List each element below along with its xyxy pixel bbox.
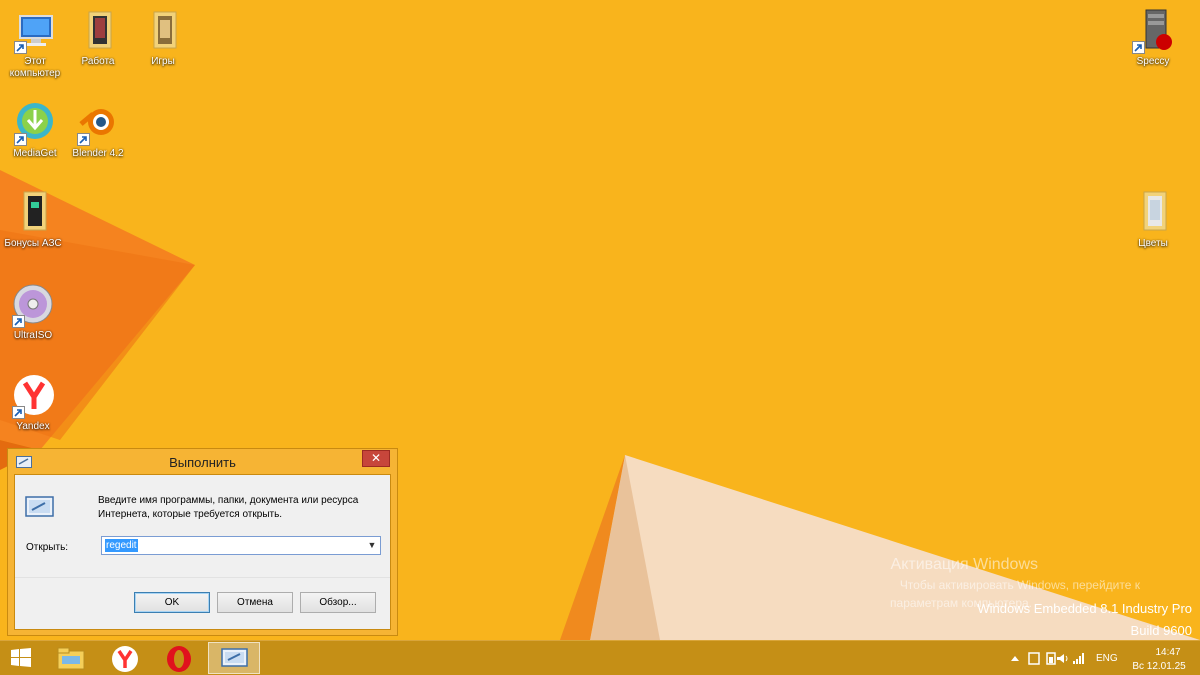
desktop-icon-bonusy-azs[interactable]: Бонусы АЗС xyxy=(0,190,68,250)
file-explorer-icon xyxy=(57,647,85,670)
folder-icon xyxy=(88,11,112,49)
clock-date[interactable]: Вс 12.01.25 xyxy=(1128,660,1190,673)
desktop-icon-label: Цветы xyxy=(1138,238,1168,249)
windows-build: Build 9600 xyxy=(1130,623,1192,638)
folder-icon xyxy=(23,191,47,231)
shortcut-arrow-icon xyxy=(14,41,27,54)
taskbar-opera[interactable] xyxy=(153,642,205,674)
network-signal-icon[interactable] xyxy=(1072,652,1086,665)
desktop-icon-igry[interactable]: Игры xyxy=(128,8,198,68)
start-button[interactable] xyxy=(0,642,44,674)
open-combobox[interactable]: regedit ▼ xyxy=(101,536,381,555)
windows-edition: Windows Embedded 8.1 Industry Pro xyxy=(977,601,1192,616)
yandex-browser-icon xyxy=(112,646,138,672)
desktop-icon-label: MediaGet xyxy=(13,148,57,159)
open-label: Открыть: xyxy=(26,542,69,553)
run-dialog-body: Введите имя программы, папки, документа … xyxy=(14,474,391,630)
chevron-down-icon[interactable]: ▼ xyxy=(366,540,378,552)
taskbar: ENG 14:47 Вс 12.01.25 xyxy=(0,640,1200,675)
desktop-icon-tsvety[interactable]: Цветы xyxy=(1118,190,1188,250)
action-center-icon[interactable] xyxy=(1027,652,1041,665)
taskbar-file-explorer[interactable] xyxy=(45,642,97,674)
shortcut-arrow-icon xyxy=(12,315,25,328)
run-dialog-titlebar[interactable]: Выполнить ✕ xyxy=(8,449,397,475)
watermark-title: Активация Windows xyxy=(890,556,1038,573)
desktop-icon-mediaget[interactable]: MediaGet xyxy=(0,100,70,160)
desktop-icon-speccy[interactable]: Speccy xyxy=(1118,8,1188,68)
browse-button[interactable]: Обзор... xyxy=(300,592,376,613)
desktop-icon-label: Этот компьютер xyxy=(9,56,61,79)
desktop-icon-label: UltraISO xyxy=(13,330,53,341)
desktop-icon-label: Yandex xyxy=(16,421,50,432)
shortcut-arrow-icon xyxy=(12,406,25,419)
ok-button[interactable]: OK xyxy=(134,592,210,613)
run-dialog-description: Введите имя программы, папки, документа … xyxy=(98,495,359,520)
shortcut-arrow-icon xyxy=(1132,41,1145,54)
volume-icon[interactable] xyxy=(1056,652,1070,665)
desktop-icon-yandex[interactable]: Yandex xyxy=(0,373,68,433)
desktop-icon-label: Игры xyxy=(151,56,175,67)
run-icon xyxy=(25,496,54,517)
taskbar-yandex-browser[interactable] xyxy=(99,642,151,674)
desktop-icon-label: Speccy xyxy=(1136,56,1170,67)
desktop-icon-blender[interactable]: Blender 4.2 xyxy=(63,100,133,160)
show-hidden-icons-icon[interactable] xyxy=(1008,652,1022,665)
shortcut-arrow-icon xyxy=(14,133,27,146)
cancel-button[interactable]: Отмена xyxy=(217,592,293,613)
watermark-line1: Чтобы активировать Windows, перейдите к xyxy=(899,578,1140,592)
run-icon xyxy=(221,648,248,667)
desktop-icon-this-computer[interactable]: Этот компьютер xyxy=(0,8,70,80)
desktop-icon-label: Работа xyxy=(81,56,115,67)
run-dialog-footer: OK Отмена Обзор... xyxy=(15,577,390,629)
desktop-icon-ultraiso[interactable]: UltraISO xyxy=(0,282,68,342)
shortcut-arrow-icon xyxy=(77,133,90,146)
clock-time[interactable]: 14:47 xyxy=(1136,646,1200,659)
desktop-icon-label: Бонусы АЗС xyxy=(4,238,62,249)
desktop-icon-rabota[interactable]: Работа xyxy=(63,8,133,68)
start-icon xyxy=(11,648,31,667)
folder-icon xyxy=(153,11,177,49)
folder-icon xyxy=(1143,191,1167,231)
close-button[interactable]: ✕ xyxy=(362,450,390,467)
taskbar-run[interactable] xyxy=(208,642,260,674)
run-dialog-title: Выполнить xyxy=(169,455,236,470)
run-dialog: Выполнить ✕ Введите имя программы, папки… xyxy=(7,448,398,636)
desktop: Этот компьютер Работа Игры MediaGet Blen… xyxy=(0,0,1200,640)
opera-icon xyxy=(167,646,191,672)
language-indicator[interactable]: ENG xyxy=(1096,653,1118,664)
open-input-value[interactable]: regedit xyxy=(105,539,138,552)
desktop-icon-label: Blender 4.2 xyxy=(72,148,124,159)
